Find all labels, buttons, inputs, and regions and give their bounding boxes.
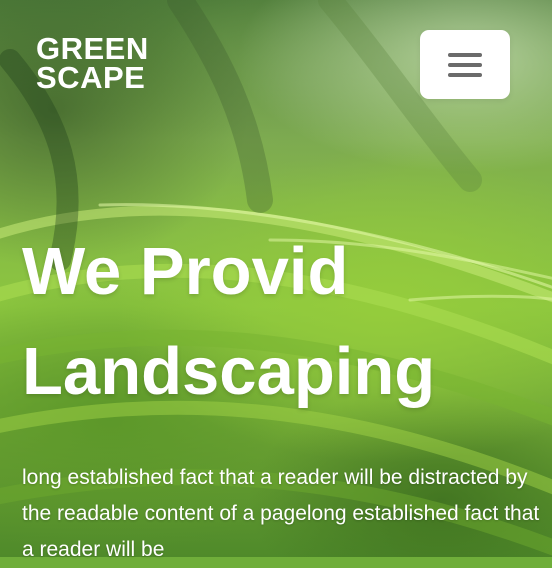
brand-logo-line2: SCAPE bbox=[36, 60, 146, 95]
brand-logo[interactable]: GREEN SCAPE bbox=[36, 31, 149, 95]
hero-heading-line2: Landscaping bbox=[22, 334, 436, 409]
hero-heading-line1: We Provid bbox=[22, 234, 349, 309]
hero-paragraph: long established fact that a reader will… bbox=[22, 466, 540, 561]
hero-heading: We Provid Landscaping bbox=[22, 222, 542, 422]
site-header: GREEN SCAPE bbox=[0, 0, 552, 120]
brand-logo-line1: GREEN bbox=[36, 31, 149, 66]
hamburger-menu-icon bbox=[448, 52, 482, 77]
menu-toggle-button[interactable] bbox=[420, 30, 510, 99]
